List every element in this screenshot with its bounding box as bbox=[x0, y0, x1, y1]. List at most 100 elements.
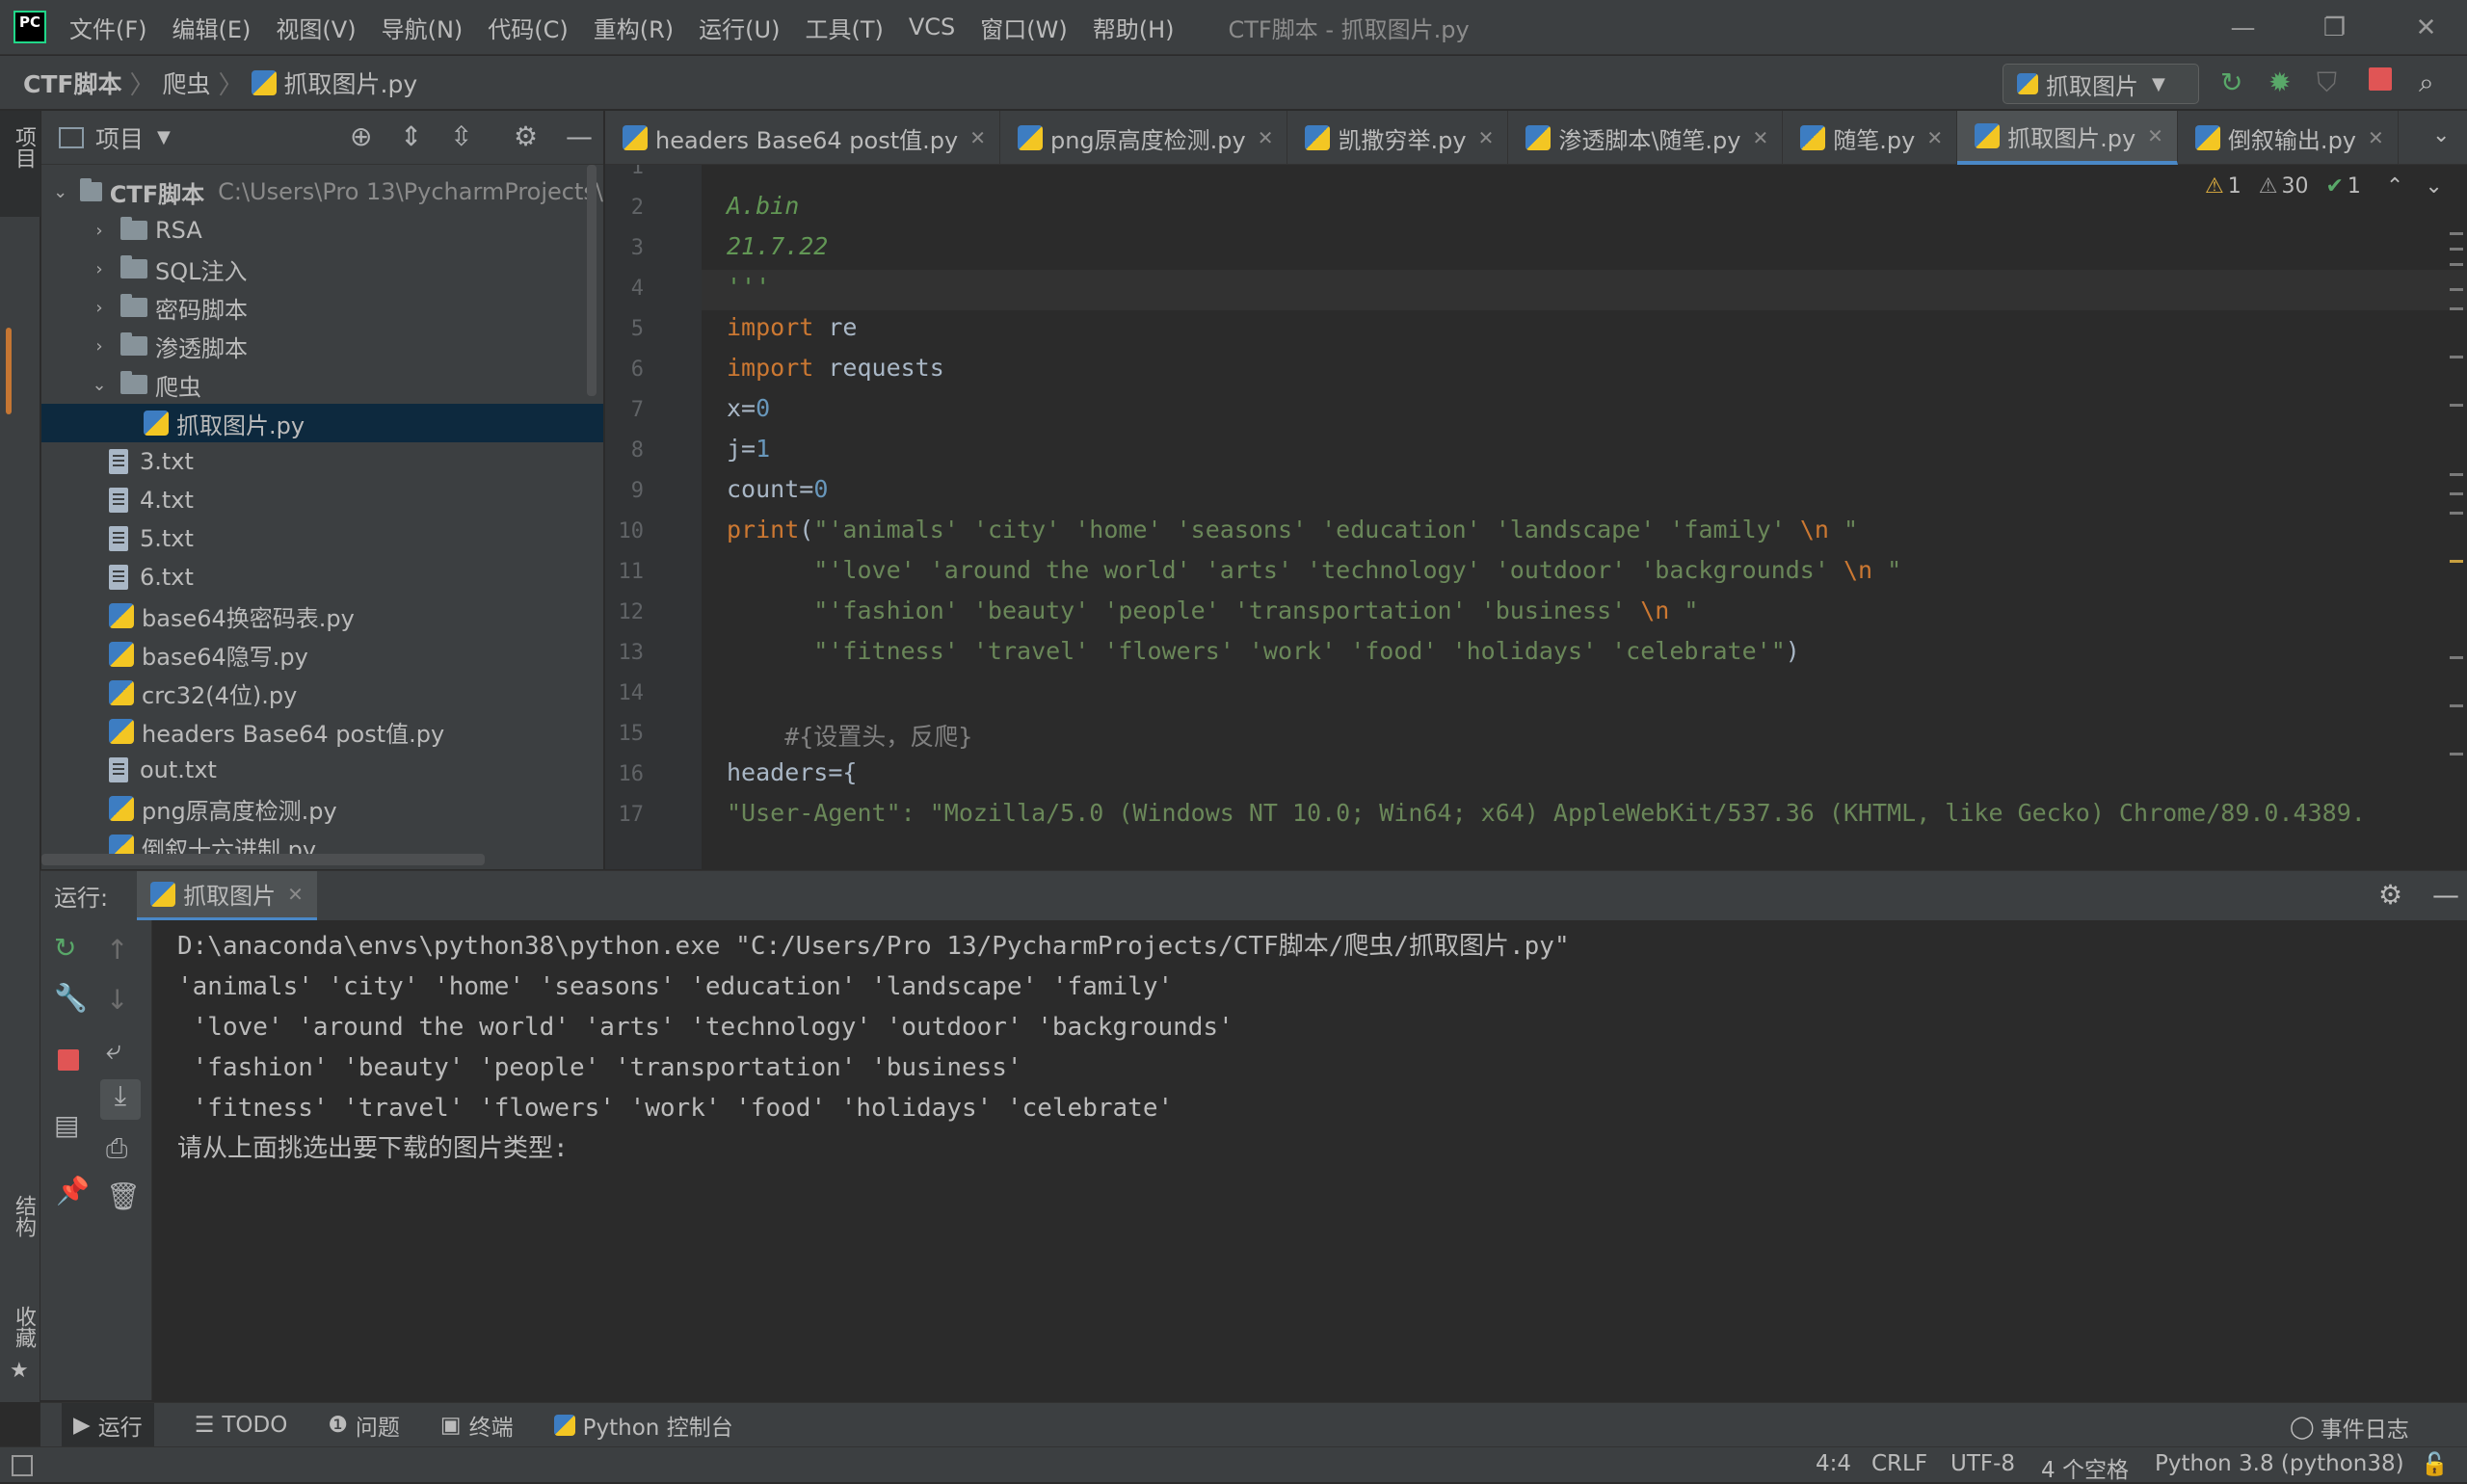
tree-item[interactable]: crc32(4位).py bbox=[41, 674, 603, 712]
chevron-up-icon[interactable]: ⌃ bbox=[2386, 174, 2403, 199]
favorites-tool-tab[interactable]: 收藏 bbox=[8, 1306, 39, 1348]
hide-icon[interactable]: — bbox=[566, 120, 593, 152]
todo-tool-button[interactable]: ☰ TODO bbox=[195, 1413, 288, 1438]
collapse-all-icon[interactable]: ⇳ bbox=[450, 120, 472, 152]
tree-item[interactable]: ⌄ 爬虫 bbox=[41, 365, 603, 404]
up-arrow-icon[interactable]: ↑ bbox=[106, 934, 128, 966]
editor-tab[interactable]: 渗透脚本\随笔.py ✕ bbox=[1508, 111, 1784, 165]
chevron-down-icon[interactable]: ⌄ bbox=[52, 182, 67, 202]
toggle-tool-windows-icon[interactable] bbox=[12, 1455, 33, 1476]
gear-icon[interactable]: ⚙ bbox=[514, 120, 538, 152]
tree-item[interactable]: › SQL注入 bbox=[41, 250, 603, 288]
close-tab-icon[interactable]: ✕ bbox=[2368, 126, 2384, 149]
project-tool-tab[interactable]: 项目 bbox=[0, 111, 40, 217]
status-interpreter[interactable]: Python 3.8 (python38) bbox=[2155, 1451, 2404, 1476]
scroll-to-end-icon[interactable]: ⤓ bbox=[100, 1079, 141, 1120]
stop-button[interactable] bbox=[2369, 67, 2392, 91]
menu-tools[interactable]: 工具(T) bbox=[805, 11, 883, 44]
run-console[interactable]: D:\anaconda\envs\python38\python.exe "C:… bbox=[152, 920, 2467, 1400]
chevron-right-icon[interactable]: › bbox=[90, 298, 109, 318]
tree-item[interactable]: 6.txt bbox=[41, 558, 603, 596]
menu-view[interactable]: 视图(V) bbox=[276, 11, 356, 44]
menu-vcs[interactable]: VCS bbox=[909, 13, 955, 40]
status-encoding[interactable]: UTF-8 bbox=[1950, 1451, 2015, 1476]
print-icon[interactable]: ⎙ bbox=[106, 1132, 127, 1165]
chevron-down-icon[interactable]: ⌄ bbox=[90, 375, 109, 395]
close-tab-icon[interactable]: ✕ bbox=[287, 883, 304, 906]
chevron-right-icon[interactable]: › bbox=[90, 221, 109, 241]
pin-icon[interactable]: 📌 bbox=[56, 1175, 90, 1206]
inspection-widget[interactable]: ⚠ 1 ⚠ 30 ✔ 1 ⌃ ⌄ bbox=[2205, 174, 2443, 199]
project-panel-title[interactable]: 项目 bbox=[95, 120, 144, 155]
expand-all-icon[interactable]: ⇕ bbox=[400, 120, 422, 152]
tree-item[interactable]: 5.txt bbox=[41, 519, 603, 558]
close-tab-icon[interactable]: ✕ bbox=[2147, 124, 2163, 147]
close-window-button[interactable]: ✕ bbox=[2380, 0, 2467, 55]
run-config-selector[interactable]: 抓取图片 ▼ bbox=[2003, 64, 2199, 104]
debug-bug-icon[interactable]: ✹ bbox=[2268, 69, 2291, 96]
tree-item[interactable]: headers Base64 post值.py bbox=[41, 712, 603, 751]
down-arrow-icon[interactable]: ↓ bbox=[106, 984, 128, 1016]
menu-window[interactable]: 窗口(W) bbox=[980, 11, 1067, 44]
run-tool-button[interactable]: ▶ 运行 bbox=[62, 1402, 154, 1447]
editor-tab[interactable]: 倒叙输出.py ✕ bbox=[2178, 111, 2399, 165]
status-position[interactable]: 4:4 bbox=[1816, 1451, 1851, 1476]
python-console-tool-button[interactable]: Python 控制台 bbox=[553, 1409, 733, 1442]
menu-code[interactable]: 代码(C) bbox=[488, 11, 568, 44]
minimize-button[interactable]: — bbox=[2197, 0, 2289, 55]
close-tab-icon[interactable]: ✕ bbox=[1478, 126, 1495, 149]
tree-horizontal-scrollbar[interactable] bbox=[41, 854, 485, 865]
close-tab-icon[interactable]: ✕ bbox=[1752, 126, 1768, 149]
close-tab-icon[interactable]: ✕ bbox=[969, 126, 986, 149]
menu-run[interactable]: 运行(U) bbox=[699, 11, 780, 44]
layout-icon[interactable]: ▤ bbox=[54, 1109, 79, 1141]
wrench-icon[interactable]: 🔧 bbox=[54, 982, 88, 1014]
chevron-down-icon[interactable]: ▼ bbox=[157, 127, 171, 147]
coverage-shield-icon[interactable]: ⛉ bbox=[2317, 69, 2337, 96]
gear-icon[interactable]: ⚙ bbox=[2378, 879, 2402, 911]
editor-tab[interactable]: headers Base64 post值.py ✕ bbox=[605, 111, 1000, 165]
status-line-separator[interactable]: CRLF bbox=[1871, 1451, 1927, 1476]
editor-tab[interactable]: png原高度检测.py ✕ bbox=[1000, 111, 1288, 165]
chevron-down-icon[interactable]: ⌄ bbox=[2432, 123, 2450, 147]
editor-tab[interactable]: 随笔.py ✕ bbox=[1783, 111, 1958, 165]
tree-item[interactable]: › 渗透脚本 bbox=[41, 327, 603, 365]
stop-icon[interactable] bbox=[58, 1049, 79, 1071]
tree-item[interactable]: ⌄ CTF脚本 C:\Users\Pro 13\PycharmProjects\ bbox=[41, 172, 603, 211]
tree-item[interactable]: 3.txt bbox=[41, 442, 603, 481]
breadcrumb-folder[interactable]: 爬虫 bbox=[163, 66, 211, 100]
tree-item[interactable]: out.txt bbox=[41, 751, 603, 789]
terminal-tool-button[interactable]: ▣ 终端 bbox=[440, 1409, 514, 1442]
menu-edit[interactable]: 编辑(E) bbox=[172, 11, 252, 44]
locate-icon[interactable]: ⊕ bbox=[350, 120, 372, 152]
lock-icon[interactable]: 🔓 bbox=[2421, 1451, 2449, 1477]
tree-item[interactable]: 抓取图片.py bbox=[41, 404, 603, 442]
breadcrumb-file[interactable]: 抓取图片.py bbox=[284, 66, 418, 100]
menu-navigate[interactable]: 导航(N) bbox=[382, 11, 464, 44]
structure-tool-tab[interactable]: 结构 bbox=[8, 1195, 39, 1237]
problems-tool-button[interactable]: ❶ 问题 bbox=[328, 1409, 400, 1442]
error-stripe[interactable] bbox=[2450, 213, 2463, 868]
chevron-right-icon[interactable]: › bbox=[90, 336, 109, 357]
restore-button[interactable]: ❐ bbox=[2289, 0, 2380, 55]
event-log-button[interactable]: ◯ 事件日志 bbox=[2290, 1411, 2409, 1444]
close-tab-icon[interactable]: ✕ bbox=[1926, 126, 1943, 149]
menu-refactor[interactable]: 重构(R) bbox=[594, 11, 674, 44]
close-tab-icon[interactable]: ✕ bbox=[1258, 126, 1274, 149]
chevron-right-icon[interactable]: › bbox=[90, 259, 109, 279]
search-icon[interactable]: ⌕ bbox=[2419, 69, 2434, 96]
code-editor[interactable]: 1 2 3 4 5 6 7 8 9 10 11 12 13 14 15 16 17 ''' A.bin 21.7.2… bbox=[605, 165, 2467, 869]
tree-item[interactable]: › RSA bbox=[41, 211, 603, 250]
trash-icon[interactable]: 🗑 bbox=[106, 1180, 141, 1212]
tree-item[interactable]: › 密码脚本 bbox=[41, 288, 603, 327]
rerun-button[interactable]: ↻ bbox=[2220, 69, 2242, 96]
breadcrumb-project[interactable]: CTF脚本 bbox=[23, 66, 121, 100]
tree-item[interactable]: base64换密码表.py bbox=[41, 596, 603, 635]
tree-scrollbar[interactable] bbox=[587, 165, 597, 396]
editor-tab[interactable]: 凯撒穷举.py ✕ bbox=[1287, 111, 1509, 165]
status-indent[interactable]: 4 个空格 bbox=[2041, 1451, 2129, 1484]
run-tab[interactable]: 抓取图片 ✕ bbox=[137, 870, 317, 921]
tree-item[interactable]: 4.txt bbox=[41, 481, 603, 519]
tree-item[interactable]: png原高度检测.py bbox=[41, 789, 603, 828]
hide-icon[interactable]: — bbox=[2432, 879, 2459, 911]
